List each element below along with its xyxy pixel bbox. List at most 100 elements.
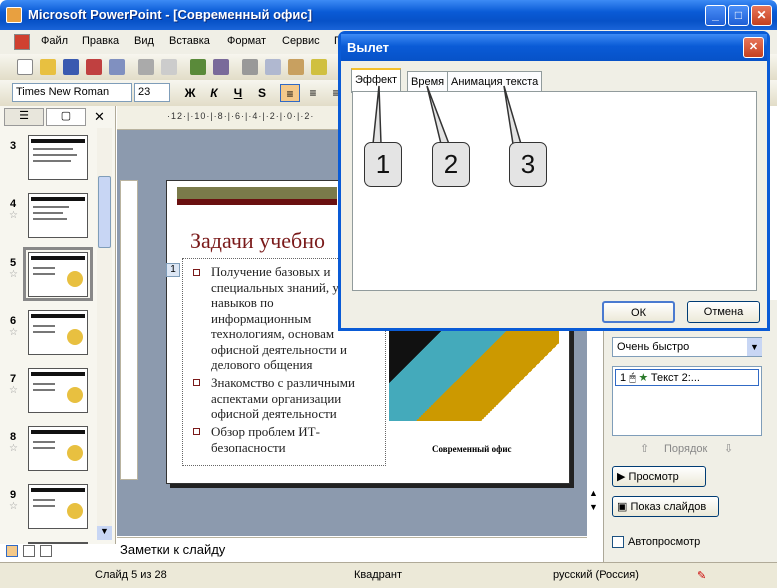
move-up-icon[interactable]: ⇧: [640, 442, 649, 455]
open-icon[interactable]: [40, 59, 56, 75]
cancel-button[interactable]: Отмена: [687, 301, 760, 323]
slide-sorter-icon[interactable]: [23, 545, 35, 557]
preview-button[interactable]: ▶ Просмотр: [612, 466, 706, 487]
callout-1: 1: [364, 142, 402, 187]
autopreview-label: Автопросмотр: [628, 536, 701, 548]
menu-insert[interactable]: Вставка: [169, 35, 210, 47]
new-icon[interactable]: [17, 59, 33, 75]
print-preview-icon[interactable]: [161, 59, 177, 75]
thumb-number: 8: [10, 431, 17, 443]
autopreview-checkbox[interactable]: [612, 536, 624, 548]
bullet-marker: [193, 379, 200, 386]
slide-thumbnail[interactable]: [28, 193, 88, 238]
title-band: [177, 187, 337, 199]
prev-slide-icon[interactable]: ▲: [589, 488, 598, 498]
status-language: русский (Россия): [553, 569, 639, 581]
status-bar: Слайд 5 из 28 Квадрант русский (Россия) …: [0, 562, 777, 588]
thumb-number: 9: [10, 489, 17, 501]
bullet-marker: [193, 428, 200, 435]
animation-marker[interactable]: 1: [166, 263, 180, 277]
menu-file[interactable]: Файл: [41, 35, 68, 47]
save-icon[interactable]: [63, 59, 79, 75]
bold-button[interactable]: Ж: [180, 84, 200, 102]
shadow-button[interactable]: S: [252, 84, 272, 102]
speed-select[interactable]: Очень быстро: [612, 337, 762, 357]
slide-thumbnail[interactable]: [28, 252, 88, 297]
font-size-select[interactable]: 23: [134, 83, 170, 102]
transition-star-icon: ☆: [9, 327, 18, 338]
bullet-marker: [193, 269, 200, 276]
close-button[interactable]: ✕: [751, 5, 772, 26]
ok-button[interactable]: ОК: [602, 301, 675, 323]
slide-thumbnail[interactable]: [28, 542, 88, 544]
doc-icon[interactable]: [14, 34, 30, 50]
callout-3: 3: [509, 142, 547, 187]
next-slide-icon[interactable]: ▼: [589, 502, 598, 512]
menu-edit[interactable]: Правка: [82, 35, 119, 47]
normal-view-icon[interactable]: [6, 545, 18, 557]
tab-outline[interactable]: ☰: [4, 108, 44, 126]
app-titlebar: Microsoft PowerPoint - [Современный офис…: [0, 0, 777, 30]
bullet-item: Обзор проблем ИТ-безопасности: [211, 424, 320, 455]
pane-close-icon[interactable]: ✕: [94, 109, 105, 125]
scroll-down-icon[interactable]: ▼: [97, 526, 112, 540]
slide-thumbnail[interactable]: [28, 310, 88, 355]
slide-thumbnail[interactable]: [28, 135, 88, 180]
spelling-icon[interactable]: [190, 59, 206, 75]
slide-title[interactable]: Задачи учебно: [190, 228, 325, 254]
tab-slides[interactable]: ▢: [46, 108, 86, 126]
menu-format[interactable]: Формат: [227, 35, 266, 47]
cut-icon[interactable]: [242, 59, 258, 75]
maximize-button[interactable]: □: [728, 5, 749, 26]
print-icon[interactable]: [138, 59, 154, 75]
menu-tools[interactable]: Сервис: [282, 35, 320, 47]
underline-button[interactable]: Ч: [228, 84, 248, 102]
transition-star-icon: ☆: [9, 269, 18, 280]
italic-button[interactable]: К: [204, 84, 224, 102]
slide-thumbnail[interactable]: [28, 484, 88, 529]
title-band-red: [177, 199, 337, 205]
thumb-number: 6: [10, 315, 17, 327]
align-center-button[interactable]: ≡: [303, 84, 323, 102]
slide-thumbnail[interactable]: [28, 426, 88, 471]
transition-star-icon: ☆: [9, 385, 18, 396]
list-item-label: Текст 2:...: [650, 372, 700, 384]
thumb-number: 5: [10, 257, 17, 269]
slideshow-button[interactable]: ▣ Показ слайдов: [612, 496, 719, 517]
play-icon: ▶: [617, 471, 626, 483]
spelling-status-icon: ✎: [697, 570, 707, 582]
custom-animation-pane: Очень быстро ▼ 1 🖱 ★ Текст 2:... ⇧ Поряд…: [603, 300, 777, 562]
order-label: Порядок: [664, 443, 708, 455]
thumb-number: 4: [10, 198, 17, 210]
menu-view[interactable]: Вид: [134, 35, 154, 47]
scroll-thumb[interactable]: [98, 176, 111, 248]
format-painter-icon[interactable]: [311, 59, 327, 75]
status-slide: Слайд 5 из 28: [95, 569, 167, 581]
slides-scrollbar[interactable]: ▼: [97, 128, 112, 540]
animation-list-item[interactable]: 1 🖱 ★ Текст 2:...: [615, 369, 759, 386]
copy-icon[interactable]: [265, 59, 281, 75]
slideshow-icon: ▣: [617, 501, 628, 513]
slideshow-view-icon[interactable]: [40, 545, 52, 557]
clipart-image: [389, 331, 559, 421]
callout-pointers: [372, 85, 523, 145]
thumb-number: 3: [10, 140, 17, 152]
move-down-icon[interactable]: ⇩: [724, 442, 733, 455]
minimize-button[interactable]: _: [705, 5, 726, 26]
research-icon[interactable]: [213, 59, 229, 75]
preview-label: Просмотр: [628, 471, 679, 483]
transition-star-icon: ☆: [9, 501, 18, 512]
fly-in-dialog: Вылет ✕ Эффект Время Анимация текста 1 2…: [338, 31, 770, 331]
slide-thumbnail[interactable]: [28, 368, 88, 413]
email-icon[interactable]: [109, 59, 125, 75]
font-select[interactable]: Times New Roman: [12, 83, 132, 102]
list-item-number: 1: [620, 372, 627, 384]
paste-icon[interactable]: [288, 59, 304, 75]
align-left-button[interactable]: ≡: [280, 84, 300, 102]
transition-star-icon: ☆: [9, 210, 18, 221]
notes-pane[interactable]: Заметки к слайду: [117, 537, 587, 561]
permission-icon[interactable]: [86, 59, 102, 75]
powerpoint-logo-icon: [6, 7, 22, 23]
thumb-number: 7: [10, 373, 17, 385]
speed-dropdown-icon[interactable]: ▼: [747, 338, 762, 356]
